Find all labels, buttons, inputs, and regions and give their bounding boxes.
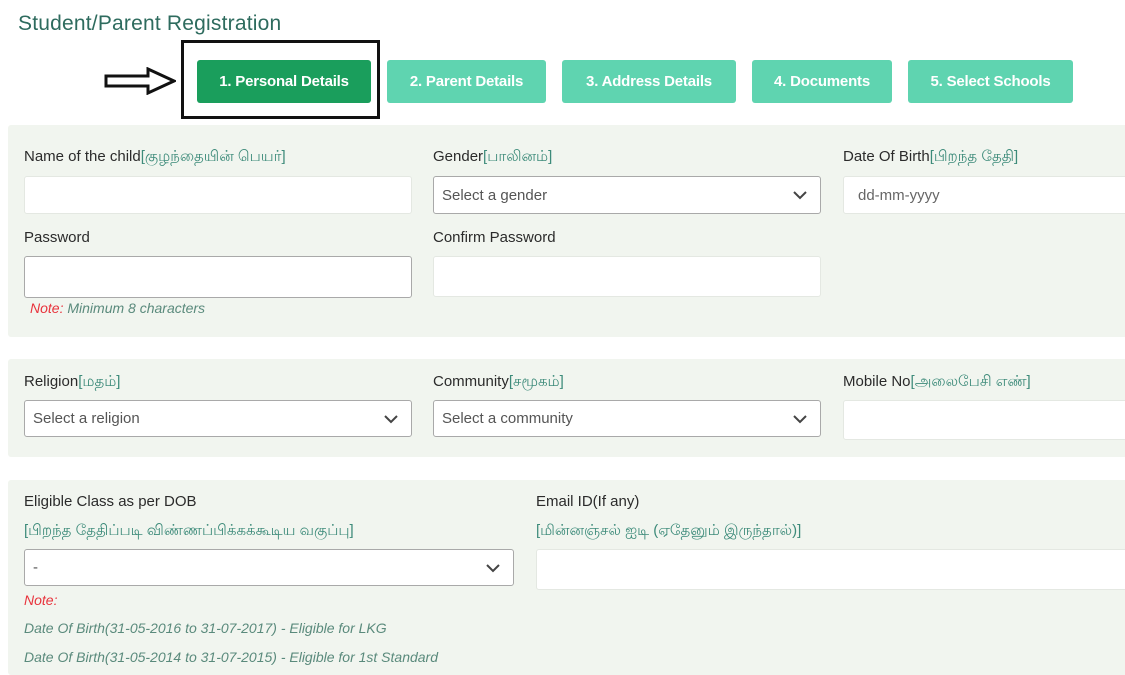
email-label: Email ID(If any) — [536, 493, 640, 510]
confirm-password-input[interactable] — [433, 256, 821, 297]
dob-placeholder: dd-mm-yyyy — [858, 186, 940, 204]
community-label: Community[சமூகம்] — [433, 373, 564, 392]
page-title: Student/Parent Registration — [18, 12, 282, 35]
child-name-label-text: Name of the child — [24, 148, 141, 165]
chevron-down-icon — [486, 564, 500, 573]
religion-tamil: [மதம்] — [78, 373, 121, 390]
chevron-down-icon — [384, 415, 398, 424]
dob-input[interactable]: dd-mm-yyyy — [843, 176, 1125, 214]
child-name-label: Name of the child[குழந்தையின் பெயர்] — [24, 148, 286, 167]
step-personal-details[interactable]: 1. Personal Details — [197, 60, 371, 103]
password-label: Password — [24, 229, 90, 246]
mobile-label: Mobile No[அலைபேசி எண்] — [843, 373, 1031, 392]
community-select[interactable]: Select a community — [433, 400, 821, 437]
eligible-class-label: Eligible Class as per DOB — [24, 493, 197, 510]
community-label-text: Community — [433, 373, 509, 390]
eligible-class-note-lkg: Date Of Birth(31-05-2016 to 31-07-2017) … — [24, 620, 387, 636]
gender-label: Gender[பாலினம்] — [433, 148, 552, 167]
gender-selected: Select a gender — [442, 186, 548, 204]
gender-tamil: [பாலினம்] — [483, 148, 553, 165]
step-parent-details[interactable]: 2. Parent Details — [387, 60, 546, 103]
confirm-password-label: Confirm Password — [433, 229, 556, 246]
eligible-class-tamil: [பிறந்த தேதிப்படி விண்ணப்பிக்கக்கூடிய வக… — [24, 522, 354, 539]
religion-select[interactable]: Select a religion — [24, 400, 412, 437]
child-name-input[interactable] — [24, 176, 412, 214]
email-input[interactable] — [536, 549, 1125, 590]
religion-label: Religion[மதம்] — [24, 373, 120, 392]
eligible-class-note-prefix: Note: — [24, 592, 58, 608]
dob-tamil: [பிறந்த தேதி] — [929, 148, 1019, 165]
gender-label-text: Gender — [433, 148, 484, 165]
step-documents[interactable]: 4. Documents — [752, 60, 892, 103]
dob-label: Date Of Birth[பிறந்த தேதி] — [843, 148, 1018, 167]
password-note-prefix: Note: — [30, 300, 64, 316]
community-tamil: [சமூகம்] — [508, 373, 564, 390]
mobile-tamil: [அலைபேசி எண்] — [910, 373, 1031, 390]
step-address-details[interactable]: 3. Address Details — [562, 60, 736, 103]
community-selected: Select a community — [442, 410, 573, 427]
email-tamil: [மின்னஞ்சல் ஐடி (ஏதேனும் இருந்தால்)] — [536, 522, 802, 539]
mobile-label-text: Mobile No — [843, 373, 911, 390]
religion-label-text: Religion — [24, 373, 79, 390]
right-arrow-icon — [104, 67, 176, 95]
password-note: Note: Minimum 8 characters — [30, 300, 205, 316]
religion-selected: Select a religion — [33, 410, 140, 427]
step-select-schools[interactable]: 5. Select Schools — [908, 60, 1073, 103]
gender-select[interactable]: Select a gender — [433, 176, 821, 214]
child-name-tamil: [குழந்தையின் பெயர்] — [140, 148, 286, 165]
mobile-input[interactable] — [843, 400, 1125, 440]
eligible-class-select[interactable]: - — [24, 549, 514, 586]
eligible-class-selected: - — [33, 559, 38, 576]
chevron-down-icon — [793, 191, 807, 200]
eligible-class-note-1st: Date Of Birth(31-05-2014 to 31-07-2015) … — [24, 649, 439, 665]
password-note-text: Minimum 8 characters — [63, 300, 206, 316]
password-input[interactable] — [24, 256, 412, 298]
chevron-down-icon — [793, 415, 807, 424]
dob-label-text: Date Of Birth — [843, 148, 930, 165]
